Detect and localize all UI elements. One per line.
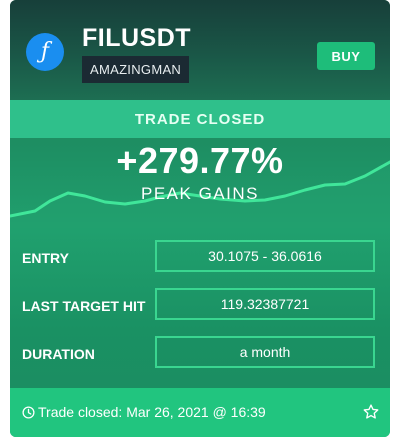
card-footer: Trade closed: Mar 26, 2021 @ 16:39: [10, 388, 390, 437]
last-target-value: 119.32387721: [155, 288, 375, 320]
filecoin-logo-icon: ƒ: [26, 33, 64, 71]
entry-value: 30.1075 - 36.0616: [155, 240, 375, 272]
pair-symbol: FILUSDT: [82, 24, 192, 52]
clock-icon: [22, 406, 35, 419]
peak-gain-value: +279.77%: [116, 140, 284, 181]
trade-closed-timestamp: Trade closed: Mar 26, 2021 @ 16:39: [38, 404, 266, 420]
star-outline-icon[interactable]: [362, 403, 380, 421]
duration-value: a month: [155, 336, 375, 368]
card-header: ƒ FILUSDT AMAZINGMAN BUY: [10, 0, 390, 100]
duration-label: DURATION: [22, 346, 95, 362]
signal-card: ƒ FILUSDT AMAZINGMAN BUY TRADE CLOSED +2…: [10, 0, 390, 437]
buy-button[interactable]: BUY: [317, 42, 375, 70]
peak-gain-label: PEAK GAINS: [141, 184, 259, 203]
last-target-label: LAST TARGET HIT: [22, 298, 146, 314]
trader-badge[interactable]: AMAZINGMAN: [82, 56, 190, 83]
trade-status-banner: TRADE CLOSED: [10, 100, 390, 138]
entry-label: ENTRY: [22, 250, 69, 266]
